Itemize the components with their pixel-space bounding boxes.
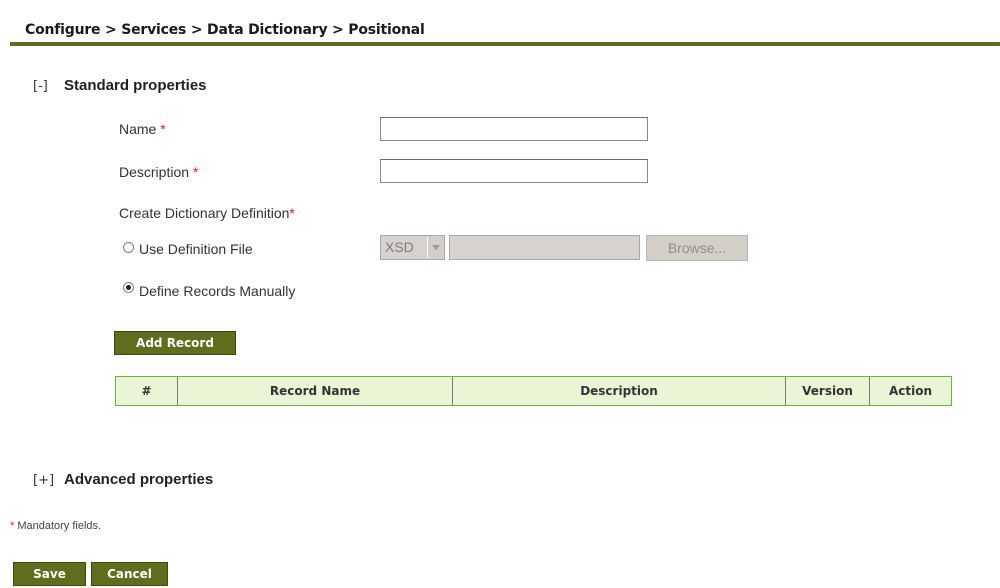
standard-properties-title: Standard properties bbox=[64, 77, 207, 94]
collapse-standard-toggle[interactable]: [-] bbox=[33, 79, 48, 94]
create-definition-label-text: Create Dictionary Definition bbox=[119, 205, 290, 221]
name-input[interactable] bbox=[380, 117, 648, 141]
column-header-description: Description bbox=[452, 377, 785, 405]
cancel-button[interactable]: Cancel bbox=[91, 562, 168, 586]
description-label-text: Description bbox=[119, 164, 190, 180]
required-asterisk: * bbox=[192, 164, 199, 180]
save-button[interactable]: Save bbox=[13, 562, 86, 586]
column-header-version: Version bbox=[785, 377, 869, 405]
create-definition-label: Create Dictionary Definition* bbox=[119, 205, 295, 221]
mandatory-fields-note: * Mandatory fields. bbox=[10, 520, 101, 532]
add-record-button[interactable]: Add Record bbox=[114, 331, 236, 355]
header-rule bbox=[10, 42, 1000, 46]
chevron-down-icon[interactable] bbox=[427, 237, 443, 258]
definition-file-path-field[interactable] bbox=[449, 235, 640, 260]
browse-button[interactable]: Browse... bbox=[646, 235, 748, 261]
mandatory-fields-text: Mandatory fields. bbox=[14, 520, 102, 532]
description-label: Description * bbox=[119, 164, 198, 180]
column-header-number: # bbox=[141, 384, 152, 398]
use-definition-file-radio[interactable] bbox=[123, 242, 134, 253]
column-header-record-name: Record Name bbox=[177, 377, 452, 405]
description-input[interactable] bbox=[380, 159, 648, 183]
file-type-select[interactable]: XSD bbox=[380, 235, 445, 260]
expand-advanced-toggle[interactable]: [+] bbox=[33, 473, 54, 488]
name-label: Name * bbox=[119, 121, 166, 137]
name-label-text: Name bbox=[119, 121, 157, 137]
radio-selected-dot bbox=[126, 285, 131, 290]
required-asterisk: * bbox=[160, 121, 166, 137]
column-header-action: Action bbox=[869, 377, 951, 405]
define-records-manually-label[interactable]: Define Records Manually bbox=[139, 283, 295, 299]
use-definition-file-label[interactable]: Use Definition File bbox=[139, 241, 253, 257]
advanced-properties-title[interactable]: Advanced properties bbox=[64, 471, 213, 488]
file-type-value: XSD bbox=[385, 239, 414, 255]
required-asterisk: * bbox=[289, 205, 295, 221]
breadcrumb: Configure > Services > Data Dictionary >… bbox=[25, 22, 425, 38]
define-records-manually-radio[interactable] bbox=[123, 282, 134, 293]
records-table: # Record Name Description Version Action bbox=[115, 376, 952, 406]
